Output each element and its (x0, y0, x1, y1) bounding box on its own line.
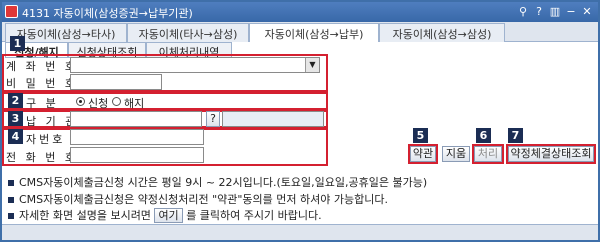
payer-number-field[interactable] (70, 129, 204, 145)
marker-7: 7 (508, 128, 523, 143)
radio-cancel-label: 해지 (124, 97, 145, 110)
marker-5: 5 (413, 128, 428, 143)
form-panel: 계 좌 번 호 ▼ 비 밀 번 호 2 구 분 신청 해지 3 납 기 관 ? … (2, 54, 598, 170)
institution-search-button[interactable]: ? (206, 111, 220, 127)
pin-icon[interactable]: ⚲ (516, 5, 530, 19)
password-label: 비 밀 번 호 (6, 77, 78, 90)
marker-4: 4 (8, 129, 23, 144)
password-field[interactable] (70, 74, 162, 90)
info-line-3: 자세한 화면 설명을 보시려면 여기 를 클릭하여 주시기 바랍니다. (8, 207, 322, 223)
top-tab-bar: 자동이체(삼성→타사) 자동이체(타사→삼성) 자동이체(삼성→납부) 자동이체… (2, 22, 598, 43)
payer-number-label: 자번호 (26, 133, 66, 146)
terms-button[interactable]: 약관 (410, 146, 436, 162)
tab-samsung-to-payment[interactable]: 자동이체(삼성→납부) (249, 23, 379, 43)
phone-field[interactable] (70, 147, 204, 163)
close-icon[interactable]: ✕ (580, 5, 594, 19)
radio-apply[interactable] (76, 97, 85, 106)
account-label: 계 좌 번 호 (6, 60, 78, 73)
here-link-button[interactable]: 여기 (154, 208, 183, 223)
bullet-icon (8, 197, 14, 203)
app-window: 4131 자동이체(삼성증권→납부기관) ⚲ ? ▥ − ✕ 자동이체(삼성→타… (0, 0, 600, 242)
title-bar: 4131 자동이체(삼성증권→납부기관) ⚲ ? ▥ − ✕ (2, 2, 598, 22)
bullet-icon (8, 180, 14, 186)
marker-6: 6 (476, 128, 491, 143)
bullet-icon (8, 213, 14, 219)
process-button[interactable]: 처리 (474, 146, 502, 162)
radio-apply-label: 신청 (88, 97, 109, 110)
marker-2: 2 (8, 93, 23, 108)
minimize-icon[interactable]: − (564, 5, 578, 19)
tab-samsung-to-samsung[interactable]: 자동이체(삼성→삼성) (379, 23, 505, 42)
marker-1: 1 (10, 36, 25, 51)
info-line-2: CMS자동이체출금신청은 약정신청처리전 "약관"동의를 먼저 하셔야 가능합니… (8, 191, 388, 207)
tab-other-to-samsung[interactable]: 자동이체(타사→삼성) (127, 23, 249, 42)
institution-code-field[interactable] (70, 111, 202, 127)
agreement-inquiry-button[interactable]: 약정체결상태조회 (508, 146, 594, 162)
menu-icon[interactable]: ▥ (548, 5, 562, 19)
status-bar (2, 224, 598, 240)
phone-label: 전 화 번 호 (6, 151, 78, 164)
chevron-down-icon[interactable]: ▼ (305, 58, 319, 72)
app-icon (5, 5, 18, 18)
clear-button[interactable]: 지움 (442, 146, 470, 162)
category-label: 구 분 (26, 97, 59, 110)
info-line-1: CMS자동이체출금신청 시간은 평일 9시 ~ 22시입니다.(토요일,일요일,… (8, 174, 427, 190)
info-panel: CMS자동이체출금신청 시간은 평일 9시 ~ 22시입니다.(토요일,일요일,… (2, 170, 598, 224)
help-icon[interactable]: ? (532, 5, 546, 19)
account-select[interactable]: ▼ (70, 57, 320, 73)
radio-cancel[interactable] (112, 97, 121, 106)
window-title: 4131 자동이체(삼성증권→납부기관) (22, 7, 193, 20)
marker-3: 3 (8, 111, 23, 126)
institution-name-field (222, 111, 324, 127)
